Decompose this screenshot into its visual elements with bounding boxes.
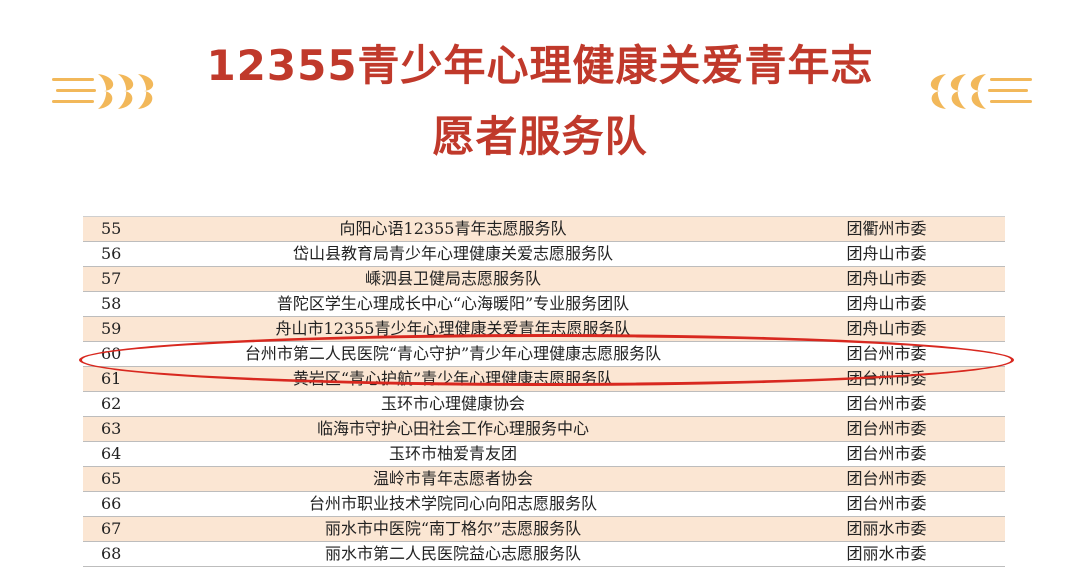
row-number: 65: [83, 466, 138, 492]
table-row: 63 临海市守护心田社会工作心理服务中心 团台州市委: [83, 416, 1005, 442]
organizer: 团舟山市委: [768, 266, 1005, 292]
row-number: 56: [83, 241, 138, 267]
row-number: 68: [83, 541, 138, 567]
table-row: 57 嵊泗县卫健局志愿服务队 团舟山市委: [83, 266, 1005, 292]
row-number: 66: [83, 491, 138, 517]
team-name: 丽水市第二人民医院益心志愿服务队: [138, 541, 768, 567]
table-row: 55 向阳心语12355青年志愿服务队 团衢州市委: [83, 216, 1005, 242]
organizer: 团丽水市委: [768, 541, 1005, 567]
organizer: 团台州市委: [768, 441, 1005, 467]
team-name: 台州市职业技术学院同心向阳志愿服务队: [138, 491, 768, 517]
team-name: 温岭市青年志愿者协会: [138, 466, 768, 492]
row-number: 57: [83, 266, 138, 292]
organizer: 团台州市委: [768, 391, 1005, 417]
row-number: 55: [83, 216, 138, 242]
row-number: 63: [83, 416, 138, 442]
table-row: 64 玉环市柚爱青友团 团台州市委: [83, 441, 1005, 467]
team-name: 临海市守护心田社会工作心理服务中心: [138, 416, 768, 442]
team-name: 嵊泗县卫健局志愿服务队: [138, 266, 768, 292]
page-title-line-2: 愿者服务队: [432, 112, 648, 161]
row-number: 64: [83, 441, 138, 467]
organizer: 团台州市委: [768, 416, 1005, 442]
organizer: 团台州市委: [768, 491, 1005, 517]
team-name: 玉环市心理健康协会: [138, 391, 768, 417]
wheat-ears-icon: [52, 74, 154, 109]
row-number: 58: [83, 291, 138, 317]
team-name: 丽水市中医院“南丁格尔”志愿服务队: [138, 516, 768, 542]
team-name: 向阳心语12355青年志愿服务队: [138, 216, 768, 242]
volunteer-team-table: 55 向阳心语12355青年志愿服务队 团衢州市委 56 岱山县教育局青少年心理…: [83, 216, 1005, 567]
table-row: 66 台州市职业技术学院同心向阳志愿服务队 团台州市委: [83, 491, 1005, 517]
table-row: 62 玉环市心理健康协会 团台州市委: [83, 391, 1005, 417]
team-name: 岱山县教育局青少年心理健康关爱志愿服务队: [138, 241, 768, 267]
organizer: 团舟山市委: [768, 241, 1005, 267]
table-row: 67 丽水市中医院“南丁格尔”志愿服务队 团丽水市委: [83, 516, 1005, 542]
team-name: 玉环市柚爱青友团: [138, 441, 768, 467]
organizer: 团丽水市委: [768, 516, 1005, 542]
row-number: 62: [83, 391, 138, 417]
table-row: 56 岱山县教育局青少年心理健康关爱志愿服务队 团舟山市委: [83, 241, 1005, 267]
table-row: 68 丽水市第二人民医院益心志愿服务队 团丽水市委: [83, 541, 1005, 567]
table-row: 58 普陀区学生心理成长中心“心海暖阳”专业服务团队 团舟山市委: [83, 291, 1005, 317]
row-number: 59: [83, 316, 138, 342]
organizer: 团衢州市委: [768, 216, 1005, 242]
wheat-ears-icon: [930, 74, 1032, 109]
organizer: 团台州市委: [768, 466, 1005, 492]
highlight-ellipse: [79, 334, 1014, 386]
table-row: 65 温岭市青年志愿者协会 团台州市委: [83, 466, 1005, 492]
organizer: 团舟山市委: [768, 291, 1005, 317]
team-name: 普陀区学生心理成长中心“心海暖阳”专业服务团队: [138, 291, 768, 317]
row-number: 67: [83, 516, 138, 542]
